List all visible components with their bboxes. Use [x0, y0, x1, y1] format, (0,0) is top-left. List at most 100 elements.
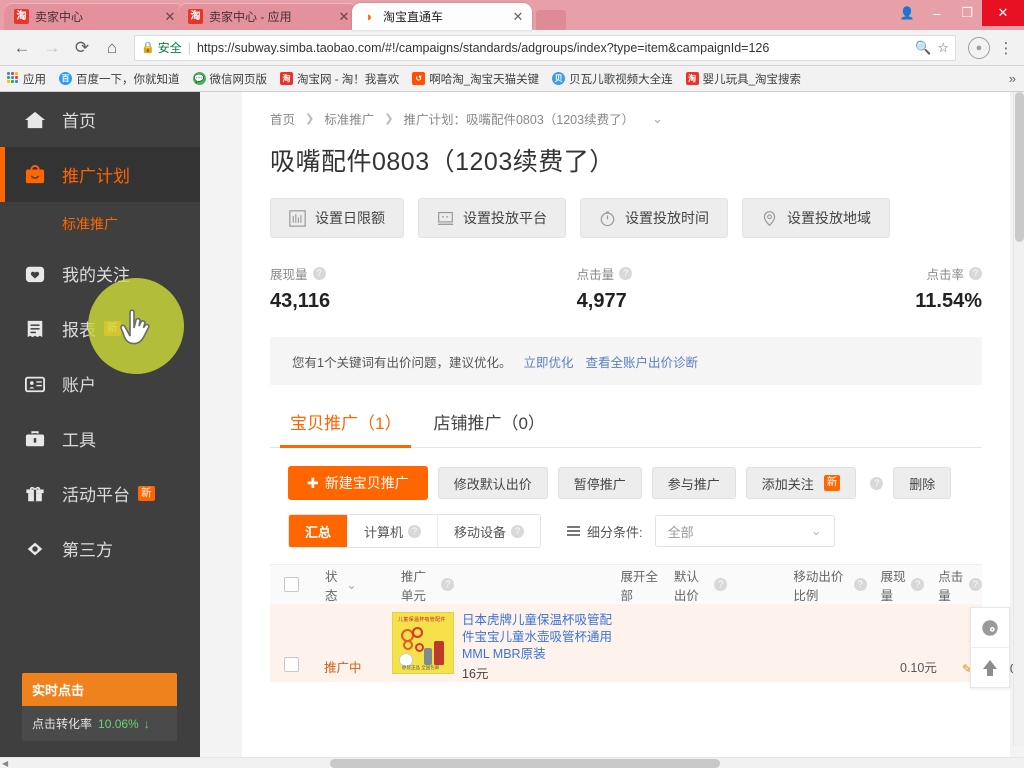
- help-icon[interactable]: ?: [714, 578, 728, 591]
- bookmark-toys[interactable]: 淘 婴儿玩具_淘宝搜索: [685, 71, 802, 87]
- plus-icon: ✚: [307, 474, 319, 491]
- bookmark-apps[interactable]: 应用: [6, 71, 46, 87]
- stat-label: 点击率: [926, 268, 965, 282]
- horizontal-scrollbar[interactable]: ◀: [0, 757, 1024, 768]
- back-icon[interactable]: ←: [8, 34, 36, 62]
- close-window-button[interactable]: ✕: [982, 0, 1024, 26]
- bookmark-baidu[interactable]: 百 百度一下，你就知道: [59, 71, 180, 87]
- sidebar-item-tools[interactable]: 工具: [0, 411, 200, 466]
- scroll-left-icon[interactable]: ◀: [2, 758, 8, 768]
- column-expand-all[interactable]: 展开全部: [620, 566, 659, 604]
- delete-button[interactable]: 删除: [893, 467, 952, 499]
- set-platform-button[interactable]: 设置投放平台: [418, 198, 566, 238]
- breadcrumb-home[interactable]: 首页: [270, 109, 295, 128]
- bookmark-ahatao[interactable]: ↺ 啊哈淘_淘宝天猫关键: [412, 71, 539, 87]
- sidebar-item-account[interactable]: 账户: [0, 356, 200, 411]
- column-status[interactable]: 状态 ⌄: [325, 566, 357, 604]
- bookmark-taobao[interactable]: 淘 淘宝网 - 淘！我喜欢: [280, 71, 399, 87]
- add-follow-button[interactable]: 添加关注 新: [745, 467, 857, 499]
- breadcrumb-section[interactable]: 标准推广: [324, 109, 374, 128]
- column-default-bid: 默认出价 ?: [674, 566, 728, 604]
- create-product-promotion-button[interactable]: ✚ 新建宝贝推广: [288, 466, 428, 500]
- account-bid-diagnosis-link[interactable]: 查看全账户出价诊断: [585, 352, 698, 371]
- menu-icon[interactable]: ⋮: [996, 39, 1016, 57]
- search-icon[interactable]: 🔍: [915, 40, 931, 56]
- help-icon[interactable]: ?: [870, 476, 884, 490]
- minimize-button[interactable]: –: [922, 0, 952, 26]
- sidebar: 首页 推广计划 标准推广 我的关注 报表 新 账户 工具 活动平台 新 第三方 …: [0, 92, 200, 757]
- home-icon: [22, 110, 48, 130]
- browser-tab-1[interactable]: 淘 卖家中心 - 应用 ✕: [178, 3, 358, 30]
- sidebar-item-label: 报表: [62, 321, 96, 340]
- close-icon[interactable]: ✕: [336, 9, 352, 25]
- sidebar-item-activity[interactable]: 活动平台 新: [0, 466, 200, 521]
- stat-label: 点击量: [576, 268, 615, 282]
- feedback-icon[interactable]: [971, 608, 1009, 647]
- segment-condition-select[interactable]: 全部 ⌄: [654, 515, 835, 547]
- maximize-button[interactable]: ❐: [952, 0, 982, 26]
- help-icon[interactable]: ?: [969, 578, 982, 591]
- bookmark-beva[interactable]: 贝 贝瓦儿歌视频大全连: [552, 71, 673, 87]
- thumbnail-footer: 原装正品 全国包邮: [402, 665, 440, 670]
- sidebar-item-campaign[interactable]: 推广计划: [0, 147, 200, 202]
- reload-icon[interactable]: ⟳: [68, 34, 96, 62]
- star-icon[interactable]: ☆: [937, 40, 949, 56]
- segment-computer[interactable]: 计算机 ?: [348, 515, 439, 547]
- close-icon[interactable]: ✕: [510, 9, 526, 25]
- toolbox-icon: [22, 429, 48, 449]
- profile-icon[interactable]: 👤: [892, 0, 922, 26]
- close-icon[interactable]: ✕: [162, 9, 178, 25]
- wechat-icon: 💬: [192, 72, 206, 85]
- button-label: 设置投放平台: [463, 210, 547, 226]
- optimize-now-link[interactable]: 立即优化: [523, 352, 573, 371]
- pause-promotion-button[interactable]: 暂停推广: [557, 467, 642, 499]
- row-checkbox[interactable]: [284, 657, 299, 672]
- notice-banner: 您有1个关键词有出价问题，建议优化。 立即优化 查看全账户出价诊断: [270, 337, 982, 385]
- forward-icon[interactable]: →: [38, 34, 66, 62]
- thumbnail-caption: 儿童保温杯吸管配件: [398, 617, 446, 623]
- scrollbar-thumb[interactable]: [1015, 92, 1024, 242]
- tab-product-promotion[interactable]: 宝贝推广（1）: [274, 393, 417, 448]
- help-icon[interactable]: ?: [511, 524, 525, 538]
- help-icon[interactable]: ?: [408, 524, 422, 538]
- bookmark-wechat[interactable]: 💬 微信网页版: [192, 71, 267, 87]
- bookmarks-overflow-icon[interactable]: »: [1009, 71, 1018, 86]
- product-title[interactable]: 日本虎牌儿童保温杯吸管配件宝宝儿童水壶吸管杯通用MML MBR原装: [462, 612, 614, 663]
- chevron-down-icon[interactable]: ⌄: [652, 111, 663, 127]
- vertical-scrollbar[interactable]: [1013, 92, 1024, 746]
- help-icon[interactable]: ?: [441, 578, 455, 591]
- avatar[interactable]: ●: [968, 36, 990, 59]
- sidebar-item-my-follow[interactable]: 我的关注: [0, 246, 200, 301]
- address-bar[interactable]: 🔒 安全 | https://subway.simba.taobao.com/#…: [134, 34, 956, 61]
- help-icon[interactable]: ?: [969, 267, 983, 280]
- sidebar-item-home[interactable]: 首页: [0, 92, 200, 147]
- modify-default-bid-button[interactable]: 修改默认出价: [437, 467, 548, 499]
- help-icon[interactable]: ?: [619, 267, 633, 280]
- set-region-button[interactable]: 设置投放地域: [742, 198, 890, 238]
- browser-tab-2[interactable]: ◗ 淘宝直通车 ✕: [352, 3, 532, 30]
- table-row[interactable]: 推广中 儿童保温杯吸管配件 原装正品 全国包邮 日本虎牌儿童保温杯吸管配件宝宝儿…: [270, 604, 1024, 682]
- sidebar-item-report[interactable]: 报表 新: [0, 301, 200, 356]
- help-icon[interactable]: ?: [911, 578, 925, 591]
- home-icon[interactable]: ⌂: [98, 34, 126, 62]
- join-promotion-button[interactable]: 参与推广: [651, 467, 736, 499]
- set-daily-budget-button[interactable]: 设置日限额: [270, 198, 404, 238]
- segment-mobile[interactable]: 移动设备 ?: [438, 515, 541, 547]
- sidebar-item-third-party[interactable]: 第三方: [0, 521, 200, 576]
- tab-shop-promotion[interactable]: 店铺推广（0）: [417, 393, 560, 447]
- segment-summary[interactable]: 汇总: [289, 515, 349, 547]
- set-schedule-button[interactable]: 设置投放时间: [580, 198, 728, 238]
- product-info: 日本虎牌儿童保温杯吸管配件宝宝儿童水壶吸管杯通用MML MBR原装 16元: [462, 612, 614, 682]
- bookmarks-bar: 应用 百 百度一下，你就知道 💬 微信网页版 淘 淘宝网 - 淘！我喜欢 ↺ 啊…: [0, 66, 1024, 92]
- browser-tab-0[interactable]: 淘 卖家中心 ✕: [4, 3, 184, 30]
- select-all-checkbox[interactable]: [284, 577, 299, 592]
- help-icon[interactable]: ?: [312, 267, 326, 280]
- sidebar-subitem-standard-promotion[interactable]: 标准推广: [0, 202, 200, 246]
- scrollbar-thumb[interactable]: [330, 759, 720, 768]
- help-icon[interactable]: ?: [853, 578, 867, 591]
- arrow-up-icon[interactable]: [971, 648, 1009, 687]
- new-tab-button[interactable]: [536, 10, 566, 30]
- sidebar-item-label: 第三方: [62, 541, 113, 560]
- bookmark-label: 婴儿玩具_淘宝搜索: [702, 73, 802, 86]
- trend-down-icon: ↓: [143, 716, 150, 731]
